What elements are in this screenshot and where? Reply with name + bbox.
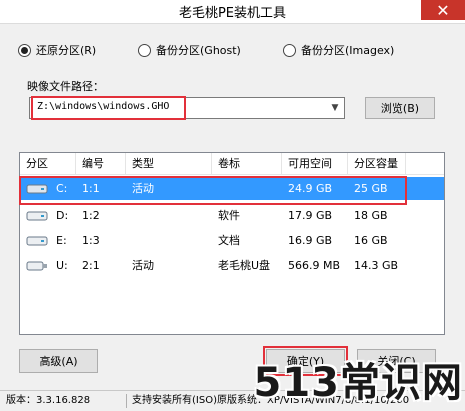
cell-type xyxy=(126,204,132,227)
title-bar: 老毛桃PE装机工具 ✕ xyxy=(0,0,465,24)
cell-type: 活动 xyxy=(132,259,154,272)
highlight-box xyxy=(31,96,186,120)
radio-restore-partition[interactable]: 还原分区(R) xyxy=(18,42,96,58)
radio-unselected-icon xyxy=(138,43,151,57)
table-row[interactable]: E: 1:3 文档 16.9 GB 16 GB xyxy=(20,229,444,252)
cell-number: 2:1 xyxy=(82,259,100,272)
cell-drive: D: xyxy=(56,209,69,222)
cell-label: 文档 xyxy=(218,234,240,247)
column-header[interactable]: 分区容量 xyxy=(348,153,406,175)
radio-label: 还原分区(R) xyxy=(36,44,97,57)
column-header[interactable]: 卷标 xyxy=(212,153,282,175)
radio-backup-imagex[interactable]: 备份分区(Imagex) xyxy=(283,42,394,58)
cell-number: 1:2 xyxy=(82,209,100,222)
usb-disk-icon xyxy=(26,261,47,271)
disk-icon xyxy=(26,211,48,221)
cell-free: 566.9 MB xyxy=(288,259,341,272)
image-path-label: 映像文件路径： xyxy=(27,80,104,93)
column-header[interactable]: 编号 xyxy=(76,153,126,175)
cell-type xyxy=(126,229,132,252)
cell-free: 17.9 GB xyxy=(288,209,333,222)
cell-label: 老毛桃U盘 xyxy=(218,259,271,272)
version-text: 版本：3.3.16.828 xyxy=(6,395,91,406)
window-title: 老毛桃PE装机工具 xyxy=(178,6,287,21)
close-window-button[interactable]: ✕ xyxy=(421,0,465,20)
mode-selector: 还原分区(R) 备份分区(Ghost) 备份分区(Imagex) xyxy=(18,42,465,60)
cell-size: 16 GB xyxy=(354,234,388,247)
table-row[interactable]: D: 1:2 软件 17.9 GB 18 GB xyxy=(20,204,444,227)
status-divider xyxy=(126,394,127,408)
radio-selected-icon xyxy=(18,43,31,57)
table-row[interactable]: U: 2:1 活动 老毛桃U盘 566.9 MB 14.3 GB xyxy=(20,254,444,277)
highlight-box xyxy=(19,176,407,205)
table-header: 分区 编号 类型 卷标 可用空间 分区容量 xyxy=(20,153,444,175)
column-header[interactable]: 类型 xyxy=(126,153,212,175)
cell-size: 18 GB xyxy=(354,209,388,222)
radio-label: 备份分区(Ghost) xyxy=(156,44,241,57)
browse-button[interactable]: 浏览(B) xyxy=(365,97,435,119)
radio-unselected-icon xyxy=(283,43,296,57)
cell-free: 16.9 GB xyxy=(288,234,333,247)
chevron-down-icon[interactable]: ▼ xyxy=(326,98,344,118)
cell-drive: E: xyxy=(56,234,67,247)
cell-number: 1:3 xyxy=(82,234,100,247)
radio-backup-ghost[interactable]: 备份分区(Ghost) xyxy=(138,42,241,58)
cell-label: 软件 xyxy=(218,209,240,222)
disk-icon xyxy=(26,236,48,246)
column-header[interactable]: 分区 xyxy=(20,153,76,175)
watermark: 513常识网 xyxy=(253,360,463,406)
advanced-button[interactable]: 高级(A) xyxy=(19,349,98,373)
radio-label: 备份分区(Imagex) xyxy=(301,44,395,57)
cell-drive: U: xyxy=(56,259,68,272)
installer-window: 老毛桃PE装机工具 ✕ 还原分区(R) 备份分区(Ghost) 备份分区(Ima… xyxy=(0,0,465,410)
cell-size: 14.3 GB xyxy=(354,259,399,272)
column-header[interactable]: 可用空间 xyxy=(282,153,348,175)
